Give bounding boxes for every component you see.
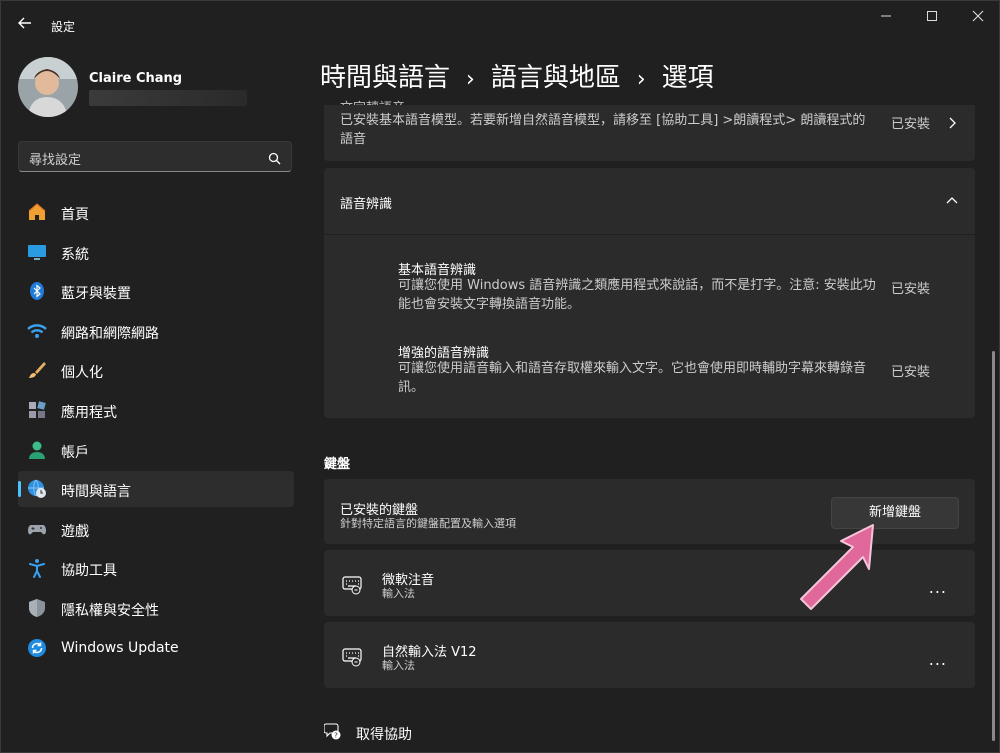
close-button[interactable] xyxy=(955,9,1000,29)
chevron-right-icon: › xyxy=(636,67,646,92)
sidebar-item-windows-update[interactable]: Windows Update xyxy=(18,630,294,666)
search-placeholder: 尋找設定 xyxy=(29,153,82,168)
minimize-button[interactable] xyxy=(863,9,909,29)
sidebar-item-privacy[interactable]: 隱私權與安全性 xyxy=(18,590,294,626)
home-icon xyxy=(27,202,47,222)
keyboard-list-item[interactable]: 自然輸入法 V12 輸入法 ... xyxy=(324,622,975,688)
sidebar-item-apps[interactable]: 應用程式 xyxy=(18,392,294,428)
help-icon: ? xyxy=(323,722,342,740)
enhanced-speech-status: 已安裝 xyxy=(891,365,931,380)
basic-speech-status: 已安裝 xyxy=(891,282,931,297)
enhanced-speech-description: 可讓您使用語音輸入和語音存取權來輸入文字。它也會使用即時輔助字幕來轉錄音訊。 xyxy=(398,361,867,395)
brush-icon xyxy=(27,360,47,380)
active-indicator xyxy=(18,481,21,498)
sidebar-item-label: 遊戲 xyxy=(61,523,89,540)
tts-title-clipped: 文字轉語音 xyxy=(340,97,405,105)
avatar[interactable] xyxy=(18,57,78,117)
installed-keyboards-description: 針對特定語言的鍵盤配置及輸入選項 xyxy=(340,517,516,530)
sidebar-item-label: 帳戶 xyxy=(61,444,89,461)
maximize-button[interactable] xyxy=(909,9,955,29)
tts-status: 已安裝 xyxy=(891,117,931,132)
annotation-arrow-icon xyxy=(781,511,901,621)
basic-speech-description: 可讓您使用 Windows 語音辨識之類應用程式來說話，而不是打字。注意: 安裝… xyxy=(398,278,876,312)
sidebar-item-label: 協助工具 xyxy=(61,563,117,580)
sidebar-item-label: 首頁 xyxy=(61,207,89,223)
wifi-icon xyxy=(27,321,47,341)
sidebar-item-network[interactable]: 網路和網際網路 xyxy=(18,313,294,349)
keyboard-icon xyxy=(342,646,364,668)
back-arrow-icon[interactable] xyxy=(15,13,35,33)
speech-recognition-content: 基本語音辨識 可讓您使用 Windows 語音辨識之類應用程式來說話，而不是打字… xyxy=(324,235,975,418)
bluetooth-icon xyxy=(27,281,47,301)
apps-icon xyxy=(27,400,47,420)
sidebar-item-label: 個人化 xyxy=(61,365,103,382)
sidebar-item-label: 藍牙與裝置 xyxy=(61,286,131,303)
breadcrumb-item-current: 選項 xyxy=(661,63,714,93)
sidebar-item-label: 系統 xyxy=(61,246,89,263)
tts-card[interactable]: 文字轉語音 已安裝基本語音模型。若要新增自然語音模型，請移至 [協助工具] >朗… xyxy=(324,101,975,161)
sidebar-item-label: 網路和網際網路 xyxy=(61,325,159,342)
accessibility-icon xyxy=(27,558,47,579)
app-title: 設定 xyxy=(51,20,76,34)
scrollbar-thumb[interactable] xyxy=(992,351,995,741)
keyboard-icon xyxy=(342,574,364,596)
chevron-up-icon[interactable] xyxy=(945,193,959,207)
sidebar-item-label: 時間與語言 xyxy=(61,484,131,501)
sidebar-item-label: 隱私權與安全性 xyxy=(61,602,159,619)
chevron-right-icon: › xyxy=(466,67,475,92)
keyboard-section-title: 鍵盤 xyxy=(324,457,351,472)
chevron-right-icon[interactable] xyxy=(945,115,959,129)
sidebar-item-personalization[interactable]: 個人化 xyxy=(18,352,294,388)
profile-name: Claire Chang xyxy=(89,71,183,86)
profile-email-redacted xyxy=(89,90,247,106)
search-input[interactable]: 尋找設定 xyxy=(18,141,292,172)
sidebar-item-home[interactable]: 首頁 xyxy=(18,194,294,230)
shield-icon xyxy=(27,598,47,618)
search-icon[interactable] xyxy=(268,150,281,165)
keyboard-type: 輸入法 xyxy=(382,587,415,600)
sidebar-item-system[interactable]: 系統 xyxy=(18,234,294,270)
tts-description: 已安裝基本語音模型。若要新增自然語音模型，請移至 [協助工具] >朗讀程式> 朗… xyxy=(340,113,866,147)
gamepad-icon xyxy=(27,519,47,539)
sidebar-item-label: 應用程式 xyxy=(61,404,117,421)
sidebar-item-label: Windows Update xyxy=(61,639,179,656)
breadcrumb-item[interactable]: 語言與地區 xyxy=(491,63,621,93)
sidebar-item-accounts[interactable]: 帳戶 xyxy=(18,432,294,468)
more-options-icon[interactable]: ... xyxy=(929,650,947,669)
settings-window: 設定 Claire Chang 尋找設定 首頁 系統 藍牙與裝置 網路和網際網路… xyxy=(0,0,1000,753)
get-help-label: 取得協助 xyxy=(356,727,412,743)
time-language-icon xyxy=(27,479,47,499)
sidebar-item-time-language[interactable]: 時間與語言 xyxy=(18,471,294,508)
keyboard-type: 輸入法 xyxy=(382,659,415,672)
sidebar-item-accessibility[interactable]: 協助工具 xyxy=(18,550,294,586)
sidebar-item-gaming[interactable]: 遊戲 xyxy=(18,511,294,547)
system-icon xyxy=(27,242,47,262)
account-icon xyxy=(27,440,47,460)
sidebar-nav: 首頁 系統 藍牙與裝置 網路和網際網路 個人化 應用程式 帳戶 時間與語言 遊戲… xyxy=(18,194,294,669)
breadcrumb: 時間與語言 › 語言與地區 › 選項 xyxy=(320,57,714,94)
more-options-icon[interactable]: ... xyxy=(929,578,947,597)
breadcrumb-item[interactable]: 時間與語言 xyxy=(320,63,450,93)
update-icon xyxy=(27,638,47,658)
sidebar-item-bluetooth[interactable]: 藍牙與裝置 xyxy=(18,273,294,309)
speech-recognition-header[interactable]: 語音辨識 xyxy=(324,168,975,234)
title-bar: 設定 xyxy=(1,1,999,49)
svg-text:?: ? xyxy=(334,732,338,740)
speech-recognition-title: 語音辨識 xyxy=(340,197,393,212)
